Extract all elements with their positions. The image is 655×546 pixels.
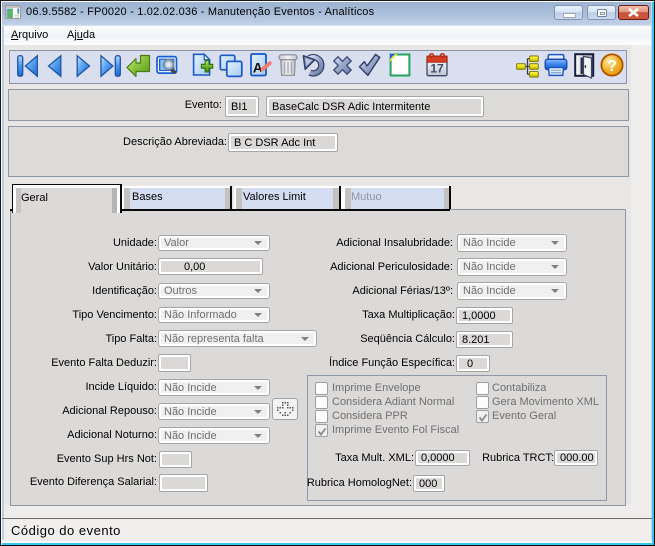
svg-text:17: 17 bbox=[430, 62, 444, 76]
svg-text:?: ? bbox=[607, 58, 617, 75]
